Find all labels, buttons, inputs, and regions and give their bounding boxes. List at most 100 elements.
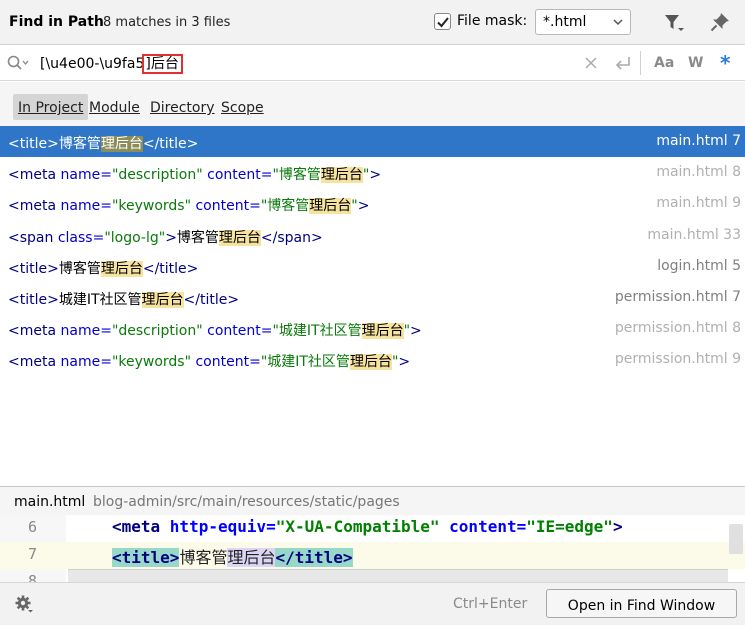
code-token: content= (202, 167, 273, 184)
code-token: > (398, 354, 411, 371)
result-code: <title>博客管理后台</title> (8, 258, 198, 278)
file-mask-checkbox[interactable] (434, 13, 451, 30)
checkmark-icon (437, 17, 449, 28)
match-highlight: 理后台 (100, 260, 143, 277)
code-token: 博客管 (176, 229, 219, 246)
result-row[interactable]: <title>博客管理后台</title> main.html 7 (0, 126, 745, 157)
code-token: > (410, 323, 422, 340)
scrollbar-thumb[interactable] (729, 524, 743, 554)
code-token: "description" (111, 167, 203, 184)
code-token: <meta (112, 517, 170, 536)
match-highlight: 理后台 (309, 198, 352, 215)
result-row[interactable]: <meta name="keywords" content="博客管理后台"> m… (0, 188, 745, 219)
result-file-location: permission.html 8 (614, 320, 741, 337)
code-token: "IE=edge" (526, 517, 613, 536)
result-row[interactable]: <span class="logo-lg">博客管理后台</span> main.… (0, 220, 745, 251)
code-token: content= (191, 198, 261, 215)
result-file-location: main.html 33 (647, 226, 741, 243)
whole-words-icon[interactable]: W (688, 55, 703, 71)
tab-scope[interactable]: Scope (216, 94, 269, 120)
code-line: 6 <meta http-equiv="X-UA-Compatible" cont… (0, 515, 745, 542)
result-row[interactable]: <title>城建IT社区管理后台</title> permission.html… (0, 282, 745, 313)
code-token: 博客管 (58, 136, 101, 152)
code-token: content= (191, 354, 261, 371)
code-token: 城建IT社区管 (58, 292, 142, 308)
code-token: name= (60, 167, 112, 184)
code-token: "X-UA-Compatible" (275, 517, 440, 536)
code-token: <meta (8, 323, 61, 340)
code-token: <title> (8, 260, 59, 277)
result-row[interactable]: <title>博客管理后台</title> login.html 5 (0, 251, 745, 282)
filter-icon[interactable] (664, 13, 684, 33)
tab-directory[interactable]: Directory (145, 94, 220, 120)
code-token: content= (439, 517, 527, 536)
code-token: "博客管 (272, 167, 321, 184)
result-row[interactable]: <meta name="description" content="博客管理后台… (0, 157, 745, 188)
result-file-location: main.html 7 (656, 133, 741, 149)
file-mask-dropdown[interactable]: *.html (535, 9, 631, 35)
result-file-location: main.html 8 (656, 164, 741, 181)
clear-icon[interactable] (585, 57, 597, 69)
code-token: <meta (8, 354, 61, 371)
gear-icon[interactable] (15, 595, 33, 613)
newline-icon[interactable] (614, 56, 632, 72)
bottom-bar: Ctrl+Enter Open in Find Window (0, 582, 745, 625)
code-token: </title> (183, 292, 240, 308)
code-token: <title> (8, 292, 59, 308)
search-query-highlight: ]后台 (142, 54, 183, 74)
scope-tabs: In Project Module Directory Scope (0, 82, 745, 126)
regex-icon[interactable]: * (720, 51, 730, 75)
code-line: 7 <title>博客管理后台</title> (0, 542, 745, 569)
code-token: "城建IT社区管 (272, 323, 362, 340)
result-file-location: login.html 5 (657, 257, 741, 274)
shortcut-hint: Ctrl+Enter (453, 596, 528, 612)
search-icon[interactable] (7, 55, 29, 71)
tab-in-project[interactable]: In Project (13, 94, 89, 120)
result-code: <title>博客管理后台</title> (8, 133, 198, 153)
code-token: "城建IT社区管 (260, 354, 350, 371)
result-code: <title>城建IT社区管理后台</title> (8, 289, 239, 309)
match-count: 8 matches in 3 files (103, 15, 231, 30)
results-list: <title>博客管理后台</title> main.html 7 <meta na… (0, 126, 745, 486)
line-source: <title>博客管理后台</title> (112, 544, 353, 568)
code-token: <title> (8, 136, 59, 152)
code-token: > (165, 229, 177, 246)
code-token: name= (60, 323, 112, 340)
preview-header: main.html blog-admin/src/main/resources/… (0, 487, 745, 515)
line-source: <meta http-equiv="X-UA-Compatible" conte… (112, 517, 623, 536)
match-highlight: 理后台 (349, 354, 392, 371)
code-token: "keywords" (111, 198, 192, 215)
match-highlight: 理后台 (141, 292, 184, 308)
dialog-title: Find in Path (9, 14, 104, 30)
result-code: <meta name="keywords" content="博客管理后台"> (8, 195, 369, 215)
result-row[interactable]: <meta name="keywords" content="城建IT社区管理后… (0, 344, 745, 375)
code-token: <title> (112, 548, 180, 567)
code-token: 博客管 (179, 548, 228, 567)
code-preview[interactable]: 6 <meta http-equiv="X-UA-Compatible" cont… (0, 515, 745, 582)
code-token: content= (202, 323, 273, 340)
open-in-find-window-button[interactable]: Open in Find Window (546, 589, 737, 618)
preview-file-path: blog-admin/src/main/resources/static/pag… (93, 494, 400, 510)
code-token: <meta (8, 167, 61, 184)
result-file-location: main.html 9 (656, 195, 741, 212)
title-bar: Find in Path 8 matches in 3 files File m… (0, 0, 745, 45)
file-mask-label: File mask: (457, 13, 528, 29)
preview-overlay-strip (68, 569, 728, 582)
code-token: class= (57, 229, 105, 246)
code-token: > (357, 198, 370, 215)
result-row[interactable]: <meta name="description" content="城建IT社区… (0, 313, 745, 344)
code-token: <span (8, 229, 58, 246)
pin-icon[interactable] (710, 12, 730, 32)
code-token: > (612, 517, 623, 536)
tab-module[interactable]: Module (84, 94, 145, 120)
preview-file-name: main.html (14, 494, 86, 510)
result-code: <meta name="description" content="博客管理后台… (8, 164, 381, 184)
code-token: "keywords" (111, 354, 192, 371)
search-input[interactable]: [\u4e00-\u9fa5]后台 (40, 53, 183, 74)
line-number: 6 (28, 518, 38, 536)
result-code: <meta name="description" content="城建IT社区… (8, 320, 422, 340)
code-token: </span> (260, 229, 323, 246)
chevron-down-icon (613, 19, 623, 26)
code-token: <meta (8, 198, 61, 215)
match-case-icon[interactable]: Aa (654, 55, 674, 71)
